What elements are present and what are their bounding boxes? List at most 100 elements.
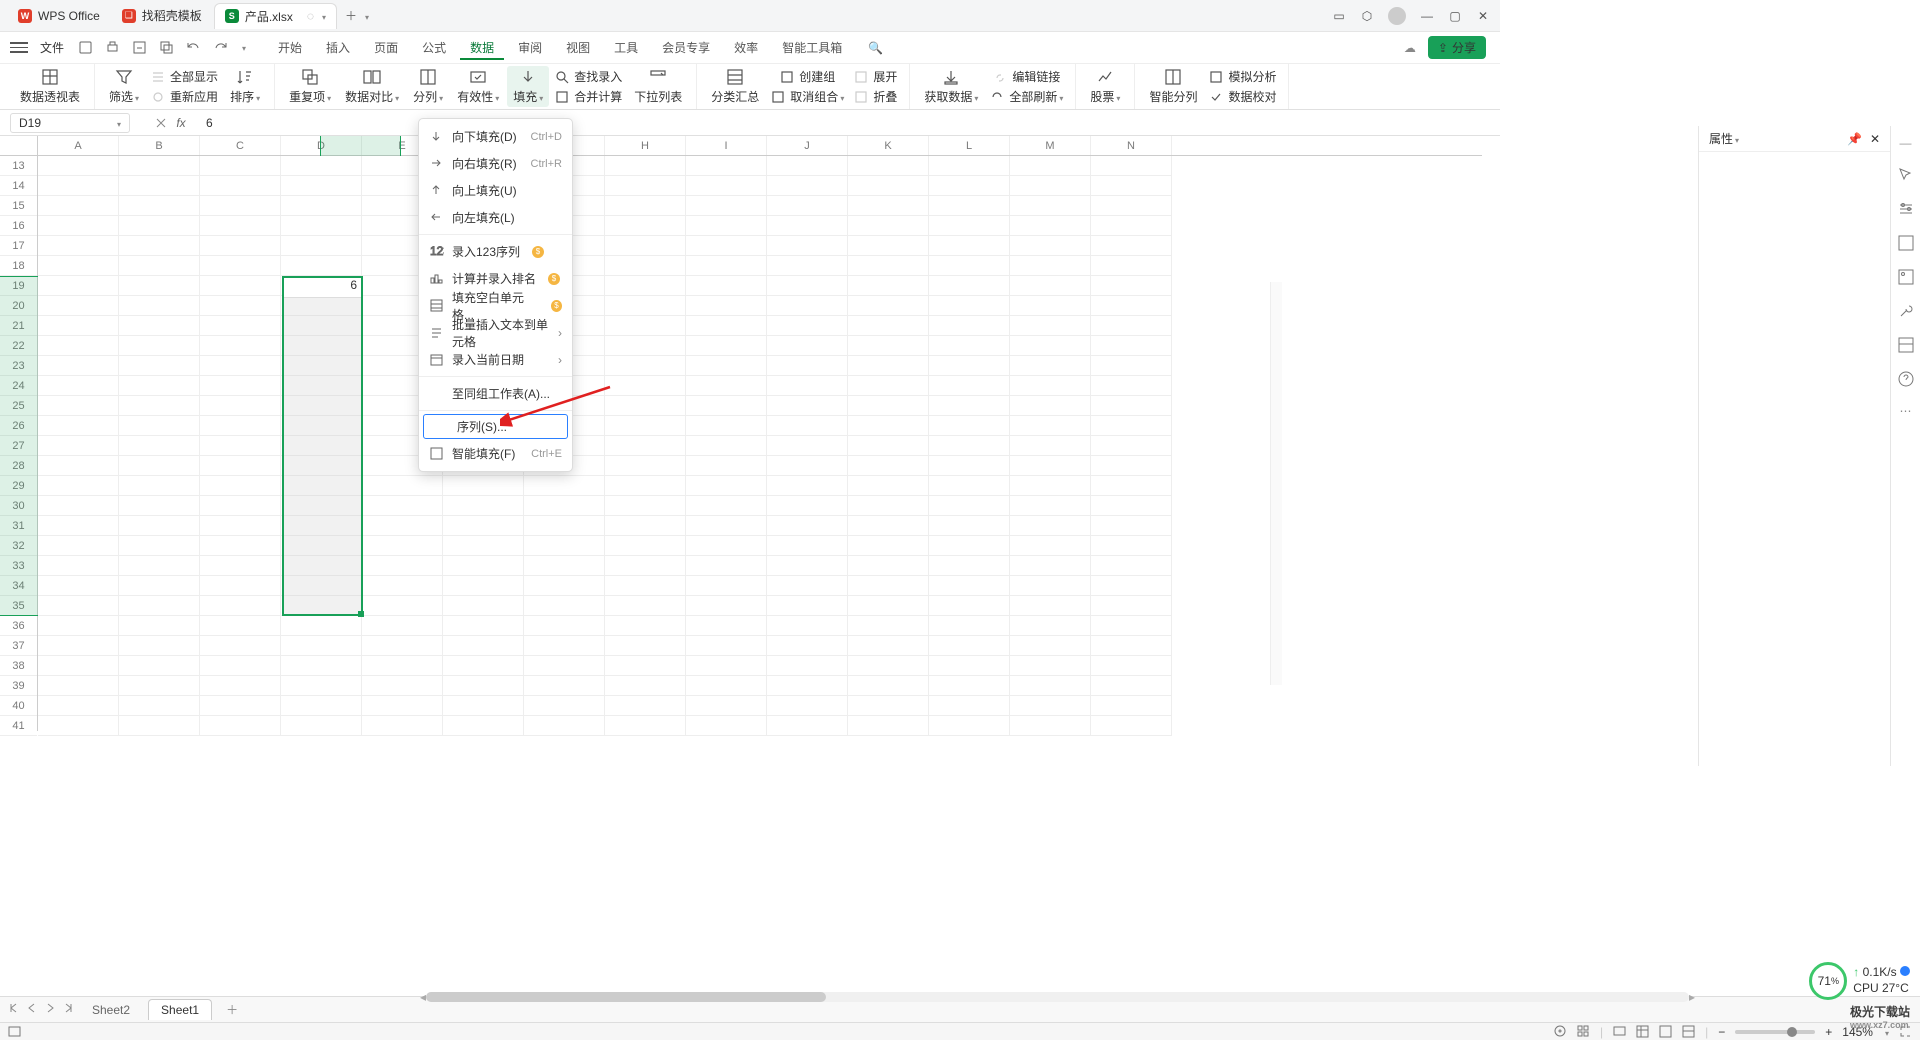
cell[interactable] [767, 656, 848, 676]
more-icon[interactable]: ⋯ [1900, 404, 1912, 418]
cell[interactable] [119, 376, 200, 396]
refresh-all-button[interactable]: 全部刷新 [986, 87, 1067, 106]
minimize-button[interactable]: — [1420, 9, 1434, 23]
reading-mode-icon[interactable]: ▭ [1332, 9, 1346, 23]
cell[interactable] [1010, 636, 1091, 656]
spreadsheet-grid[interactable]: ABCDEFGHIJKLMN 1314151617181920212223242… [0, 136, 1500, 731]
cell[interactable] [38, 316, 119, 336]
cell[interactable] [281, 156, 362, 176]
cell[interactable] [605, 516, 686, 536]
cell[interactable] [686, 516, 767, 536]
row-header[interactable]: 18 [0, 256, 37, 276]
cell[interactable] [443, 616, 524, 636]
cell[interactable] [281, 616, 362, 636]
cell[interactable] [1091, 316, 1172, 336]
cell[interactable] [1010, 156, 1091, 176]
filter-button[interactable]: 筛选 [103, 66, 145, 107]
menu-smarttools[interactable]: 智能工具箱 [772, 35, 852, 60]
cell[interactable] [200, 256, 281, 276]
cell[interactable] [200, 556, 281, 576]
cell[interactable] [119, 656, 200, 676]
menu-page[interactable]: 页面 [364, 35, 408, 60]
cell[interactable] [767, 436, 848, 456]
cell[interactable] [362, 496, 443, 516]
menu-data[interactable]: 数据 [460, 35, 504, 60]
cell[interactable] [605, 556, 686, 576]
cell[interactable] [929, 396, 1010, 416]
cell[interactable] [38, 636, 119, 656]
cell[interactable] [686, 456, 767, 476]
cell[interactable] [605, 496, 686, 516]
cell[interactable] [524, 636, 605, 656]
cell[interactable] [605, 536, 686, 556]
cell[interactable] [686, 676, 767, 696]
tab-chat-icon[interactable]: ◌ [307, 9, 314, 23]
cell[interactable] [1010, 476, 1091, 496]
cell[interactable] [281, 176, 362, 196]
reading-view-icon[interactable] [1613, 1025, 1626, 1038]
cell[interactable] [362, 596, 443, 616]
cell[interactable] [1010, 536, 1091, 556]
cell[interactable] [1091, 336, 1172, 356]
cell[interactable] [686, 216, 767, 236]
cell[interactable] [686, 176, 767, 196]
cell[interactable] [929, 716, 1010, 736]
validation-button[interactable]: 有效性 [451, 66, 505, 107]
show-all-button[interactable]: 全部显示 [147, 67, 222, 86]
cell[interactable] [1010, 576, 1091, 596]
cell[interactable] [605, 356, 686, 376]
column-header[interactable]: L [929, 136, 1010, 155]
cell[interactable] [605, 276, 686, 296]
batch-text-item[interactable]: 批量插入文本到单元格 [419, 319, 572, 346]
file-tab[interactable]: S 产品.xlsx ◌ [214, 3, 337, 29]
cell[interactable] [1091, 376, 1172, 396]
vertical-scrollbar[interactable] [1270, 282, 1282, 685]
cell[interactable] [524, 476, 605, 496]
row-header[interactable]: 41 [0, 716, 37, 736]
cell[interactable] [1091, 536, 1172, 556]
cell[interactable] [281, 676, 362, 696]
cell[interactable] [848, 416, 929, 436]
cell[interactable] [119, 516, 200, 536]
cell[interactable] [119, 256, 200, 276]
cell[interactable] [848, 196, 929, 216]
formula-input[interactable]: 6 [200, 116, 1500, 130]
text-to-columns-button[interactable]: 分列 [407, 66, 449, 107]
cell[interactable] [767, 456, 848, 476]
cell[interactable] [281, 236, 362, 256]
cell[interactable] [362, 676, 443, 696]
cell[interactable] [848, 596, 929, 616]
target-icon[interactable] [1554, 1025, 1567, 1038]
new-tab-button[interactable]: ＋ [339, 4, 363, 28]
cell[interactable] [200, 396, 281, 416]
cell[interactable] [200, 516, 281, 536]
cell[interactable] [200, 636, 281, 656]
cell[interactable] [524, 596, 605, 616]
add-sheet-button[interactable]: ＋ [218, 1001, 246, 1018]
row-header[interactable]: 15 [0, 196, 37, 216]
column-header[interactable]: J [767, 136, 848, 155]
cell[interactable] [929, 636, 1010, 656]
cell[interactable] [767, 216, 848, 236]
fx-icon[interactable]: fx [176, 116, 185, 130]
property-dropdown-icon[interactable] [1733, 132, 1739, 146]
cell[interactable] [119, 616, 200, 636]
cell[interactable] [767, 256, 848, 276]
cell[interactable] [767, 356, 848, 376]
cell[interactable] [1091, 656, 1172, 676]
cell[interactable] [848, 616, 929, 636]
cell[interactable] [1010, 376, 1091, 396]
cell[interactable] [605, 576, 686, 596]
cell[interactable] [929, 276, 1010, 296]
cell[interactable] [686, 716, 767, 736]
cell[interactable] [362, 636, 443, 656]
name-box-dropdown-icon[interactable] [115, 116, 121, 130]
cell[interactable] [38, 216, 119, 236]
cell[interactable] [200, 316, 281, 336]
cell[interactable] [686, 476, 767, 496]
cell[interactable] [767, 396, 848, 416]
cell[interactable] [1010, 556, 1091, 576]
cell[interactable] [1010, 696, 1091, 716]
grid-view-icon[interactable] [1577, 1025, 1590, 1038]
cell[interactable] [119, 636, 200, 656]
